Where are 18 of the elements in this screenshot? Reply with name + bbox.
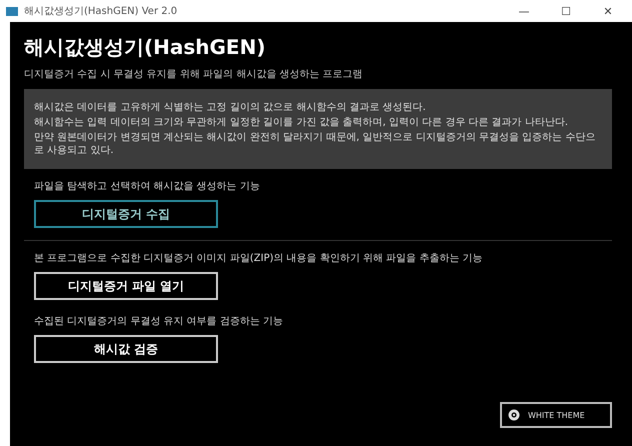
action-button[interactable]: 해시값 검증 [34, 335, 218, 363]
window-control[interactable]: — [506, 4, 542, 18]
app-subtitle: 디지털증거 수집 시 무결성 유지를 위해 파일의 해시값을 생성하는 프로그램 [24, 68, 364, 81]
info-text: 해시함수는 입력 데이터의 크기와 무관하게 일정한 길이를 가진 값을 출력하며, 입력이 다른 경우 다른 결과가 나타난다. [34, 116, 570, 129]
feature-description: 본 프로그램으로 수집한 디지털증거 이미지 파일(ZIP)의 내용을 확인하기 위해 파일을 추출하는 기능 [34, 252, 484, 265]
theme-button[interactable]: WHITE THEME [500, 402, 612, 428]
app-icon [6, 6, 18, 16]
action-button[interactable]: 디지털증거 수집 [34, 200, 218, 228]
window-title: 해시값생성기(HashGEN) Ver 2.0 [24, 5, 178, 18]
window-control[interactable]: ☐ [548, 4, 584, 18]
window-control[interactable]: ✕ [590, 4, 626, 18]
feature-description: 파일을 탐색하고 선택하여 해시값을 생성하는 기능 [34, 180, 261, 193]
feature-description: 수집된 디지털증거의 무결성 유지 여부를 검증하는 기능 [34, 315, 284, 328]
app-title: 해시값생성기(HashGEN) [24, 34, 266, 61]
info-text: 해시값은 데이터를 고유하게 식별하는 고정 길이의 값으로 해시함수의 결과로 생성된다. [34, 101, 427, 114]
info-text: 만약 원본데이터가 변경되면 계산되는 해시값이 완전히 달라지기 때문에, 일반적으로 디지털증거의 무결성을 입증하는 수단으로 사용되고 있다. [34, 131, 596, 157]
action-button[interactable]: 디지털증거 파일 열기 [34, 272, 218, 300]
sun-icon [508, 409, 520, 421]
